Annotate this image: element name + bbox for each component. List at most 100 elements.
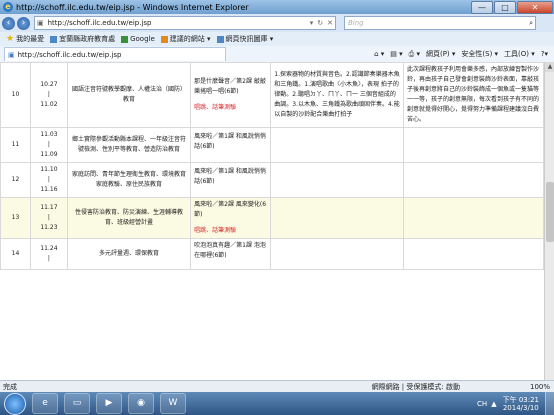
date-start: 11.17 — [40, 204, 58, 211]
site-icon — [216, 35, 224, 43]
refresh-icon[interactable]: ↻ — [317, 19, 323, 27]
date-range: 10.27 | 11.02 — [29, 62, 68, 128]
school-topic: 性侵害防治教育、防災演練、生涯輔導教育、班級經營計畫 — [66, 197, 192, 239]
search-placeholder[interactable]: Bing — [348, 19, 529, 27]
assessment-note: 唱跳、話筆測驗 — [194, 104, 237, 111]
date-separator: | — [47, 91, 50, 98]
reflection — [403, 162, 544, 198]
browser-tab[interactable]: ▣ http://schoff.ilc.edu.tw/eip.jsp — [4, 47, 226, 61]
media-taskbar-icon[interactable]: ▶ — [96, 393, 122, 414]
unit-cell: 風來啦／第2課 風來變化(6節) 唱跳、話筆測驗 — [190, 197, 272, 239]
date-separator: | — [47, 176, 50, 183]
clock[interactable]: 下午 03:21 2014/3/10 — [503, 396, 539, 412]
favorite-link[interactable]: 網頁快訊圖庫 ▾ — [216, 34, 273, 44]
favorite-link-label: Google — [130, 35, 155, 43]
vertical-scrollbar[interactable]: ▲ — [544, 62, 554, 380]
unit-cell: 風來啦／第1課 和風說悄悄話(6節) — [190, 162, 272, 198]
address-bar[interactable]: ▣ http://schoff.ilc.edu.tw/eip.jsp ▾ ↻ ✕ — [34, 16, 336, 30]
feeds-icon[interactable]: ▤ ▾ — [390, 50, 402, 58]
minimize-button[interactable]: — — [471, 0, 493, 14]
back-button[interactable]: ‹ — [2, 16, 15, 30]
window-title-bar[interactable]: e http://schoff.ilc.edu.tw/eip.jsp - Win… — [0, 0, 554, 14]
close-button[interactable]: ✕ — [517, 0, 553, 14]
schedule-table: 10 10.27 | 11.02 國語注音符號教學觀摩、人權法治（國防）教育 那是什麼聲音… — [0, 62, 544, 270]
week-number: 12 — [0, 162, 31, 198]
window-title: http://schoff.ilc.edu.tw/eip.jsp - Windo… — [16, 2, 249, 12]
table-row: 14 11.24 | 多元評量週、環保教育 吹泡泡真有趣／第1課 泡泡在哪裡(6節) — [0, 238, 544, 270]
table-row: 11 11.03 | 11.09 鄉土實際參觀活動縣本課程、一年級注音符號檢測、性別平等… — [0, 127, 544, 163]
status-text: 完成 — [3, 383, 17, 391]
date-end: 11.09 — [40, 151, 58, 158]
table-row: 12 11.10 | 11.16 家庭訪問、青年節生理衛生教育、環境教育家庭教驗、原住民… — [0, 162, 544, 198]
search-box[interactable]: Bing ⌕ — [344, 16, 536, 30]
reflection — [403, 238, 544, 270]
print-icon[interactable]: ⎙ ▾ — [409, 50, 420, 59]
date-start: 11.03 — [40, 131, 58, 138]
show-desktop-button[interactable] — [545, 392, 554, 415]
home-icon[interactable]: ⌂ ▾ — [374, 50, 384, 58]
page-icon: ▣ — [37, 19, 44, 27]
system-tray: CH ▲ 下午 03:21 2014/3/10 — [477, 392, 554, 415]
search-icon[interactable]: ⌕ — [529, 19, 533, 28]
date-range: 11.24 | — [29, 238, 68, 270]
chrome-taskbar-icon[interactable]: ◉ — [128, 393, 154, 414]
unit-title: 風來啦／第1課 和風說悄悄話(6節) — [194, 168, 266, 185]
unit-cell: 風來啦／第1課 和風說悄悄話(6節) — [190, 127, 272, 163]
clock-date: 2014/3/10 — [502, 403, 539, 412]
help-menu[interactable]: ?▾ — [541, 50, 548, 58]
command-bar: ▣ http://schoff.ilc.edu.tw/eip.jsp ⌂ ▾ ▤… — [0, 46, 554, 63]
ie-taskbar-icon[interactable]: e — [32, 393, 58, 414]
unit-title: 那是什麼聲音／第2課 敲敲樂搖唱一唱(6節) — [194, 78, 266, 95]
tools-menu[interactable]: 工具(O) ▾ — [504, 49, 535, 59]
page-icon: ▣ — [8, 50, 15, 59]
safety-menu[interactable]: 安全性(S) ▾ — [461, 49, 498, 59]
favorite-link-label: 宜蘭縣政府教育處 — [59, 35, 116, 43]
date-start: 10.27 — [40, 81, 58, 88]
language-indicator[interactable]: CH — [477, 400, 487, 408]
favorites-label: 我的最愛 — [16, 35, 45, 43]
date-separator: | — [47, 255, 50, 262]
site-icon — [50, 35, 58, 43]
site-icon — [160, 35, 168, 43]
date-range: 11.03 | 11.09 — [29, 127, 68, 163]
scroll-thumb[interactable] — [546, 182, 554, 242]
date-range: 11.17 | 11.23 — [29, 197, 68, 239]
date-separator: | — [47, 214, 50, 221]
objectives — [270, 238, 405, 270]
date-end: 11.02 — [40, 101, 58, 108]
date-start: 11.24 — [40, 245, 58, 252]
school-topic: 多元評量週、環保教育 — [66, 238, 192, 270]
school-topic: 國語注音符號教學觀摩、人權法治（國防）教育 — [66, 62, 192, 128]
week-number: 10 — [0, 62, 31, 128]
favorite-link[interactable]: 宜蘭縣政府教育處 — [50, 34, 115, 44]
assessment-note: 唱跳、話筆測驗 — [194, 227, 237, 234]
school-topic: 家庭訪問、青年節生理衛生教育、環境教育家庭教驗、原住民族教育 — [66, 162, 192, 198]
unit-cell: 吹泡泡真有趣／第1課 泡泡在哪裡(6節) — [190, 238, 272, 270]
forward-button[interactable]: › — [17, 16, 30, 30]
date-separator: | — [47, 141, 50, 148]
address-url[interactable]: http://schoff.ilc.edu.tw/eip.jsp — [48, 19, 308, 27]
objectives — [270, 162, 405, 198]
date-range: 11.10 | 11.16 — [29, 162, 68, 198]
maximize-button[interactable]: □ — [494, 0, 516, 14]
folder-taskbar-icon[interactable]: ▭ — [64, 393, 90, 414]
week-number: 13 — [0, 197, 31, 239]
date-end: 11.23 — [40, 224, 58, 231]
favorite-link[interactable]: Google — [121, 35, 155, 43]
ie-logo-icon: e — [3, 2, 13, 12]
word-taskbar-icon[interactable]: W — [160, 393, 186, 414]
reflection: 此次課程教孩子利用會樂多感，內部放練習製作沙鈴，再由孩子自己發會創意裝飾沙鈴表面… — [403, 62, 544, 128]
start-button[interactable] — [4, 392, 26, 415]
dropdown-icon[interactable]: ▾ — [310, 19, 314, 27]
unit-title: 吹泡泡真有趣／第1課 泡泡在哪裡(6節) — [194, 242, 266, 259]
unit-title: 風來啦／第1課 和風說悄悄話(6節) — [194, 133, 266, 150]
clock-time: 下午 03:21 — [502, 395, 539, 404]
favorite-link[interactable]: 建議的網站 ▾ — [160, 34, 211, 44]
favorites-button[interactable]: ★ 我的最愛 — [6, 34, 44, 44]
stop-icon[interactable]: ✕ — [327, 19, 333, 27]
network-icon[interactable]: ▲ — [491, 400, 496, 408]
scroll-up-icon[interactable]: ▲ — [545, 62, 554, 72]
page-menu[interactable]: 網頁(P) ▾ — [426, 49, 455, 59]
objectives — [270, 127, 405, 163]
zoom-level[interactable]: 100% — [530, 383, 550, 391]
